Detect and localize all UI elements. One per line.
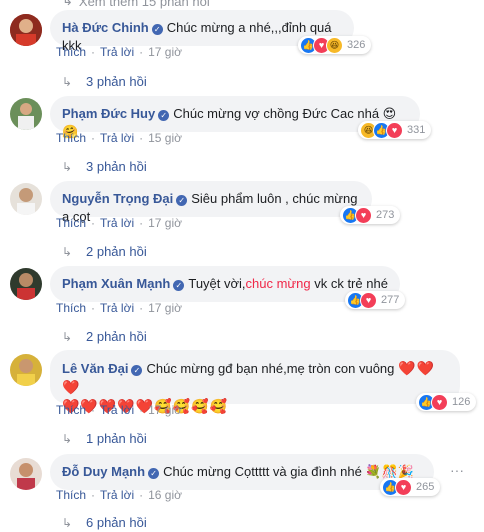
- reaction-count: 277: [381, 294, 400, 306]
- verified-badge-icon: ✓: [131, 365, 143, 376]
- like-link[interactable]: Thích: [56, 301, 86, 315]
- love-reaction-icon: ♥: [386, 121, 403, 139]
- avatar[interactable]: [10, 98, 42, 130]
- comment-text: Chúc mừng Cọttttt và gia đình nhé 💐🎊🎉: [163, 464, 414, 479]
- commenter-name[interactable]: Nguyễn Trọng Đại: [62, 191, 173, 206]
- reaction-count: 126: [452, 396, 471, 408]
- avatar[interactable]: [10, 14, 42, 46]
- reaction-count: 273: [376, 209, 395, 221]
- like-link[interactable]: Thích: [56, 403, 86, 417]
- view-replies[interactable]: ↳ 6 phản hồi: [62, 515, 147, 530]
- reply-arrow-icon: ↳: [62, 329, 73, 344]
- love-reaction-icon: ♥: [355, 206, 372, 224]
- avatar[interactable]: [10, 268, 42, 300]
- comment-time[interactable]: 17 giờ: [148, 301, 182, 315]
- avatar[interactable]: [10, 354, 42, 386]
- comment-bubble: Lê Văn Đại ✓ Chúc mừng gđ bạn nhé,mẹ tròn …: [50, 350, 460, 414]
- reply-link[interactable]: Trả lời: [100, 216, 134, 230]
- reply-link[interactable]: Trả lời: [100, 301, 134, 315]
- view-replies[interactable]: ↳ 1 phản hồi: [62, 431, 147, 446]
- more-options-icon[interactable]: ···: [450, 462, 464, 478]
- comment-time[interactable]: 17 giờ: [148, 403, 182, 417]
- love-reaction-icon: ♥: [431, 393, 448, 411]
- comment-bubble: Nguyễn Trọng Đại ✓ Siêu phẩm luôn , chúc m…: [50, 181, 372, 224]
- reaction-summary[interactable]: 👍 ♥ 126: [416, 393, 477, 411]
- comment-text-highlight[interactable]: chúc mừng: [246, 276, 311, 291]
- haha-reaction-icon: 😆: [326, 36, 343, 54]
- reply-arrow-icon: ↳: [62, 159, 73, 174]
- reaction-summary[interactable]: 👍 ♥ 😆 326: [298, 36, 372, 54]
- verified-badge-icon: ✓: [148, 468, 160, 479]
- comment-bubble: Đỗ Duy Mạnh ✓ Chúc mừng Cọttttt và gia đìn…: [50, 454, 434, 490]
- view-replies[interactable]: ↳ 3 phản hồi: [62, 159, 147, 174]
- reply-arrow-icon: ↳: [62, 244, 73, 259]
- reaction-summary[interactable]: 👍 ♥ 273: [340, 206, 401, 224]
- comment-actions: Thích · Trả lời · 17 giờ: [56, 216, 182, 230]
- comment-text: Chúc mừng gđ bạn nhé,mẹ tròn con vuông: [146, 361, 395, 376]
- avatar[interactable]: [10, 458, 42, 490]
- comment-text-before: Tuyệt vời,: [188, 276, 246, 291]
- reaction-count: 265: [416, 481, 435, 493]
- comment-time[interactable]: 16 giờ: [148, 488, 182, 502]
- avatar[interactable]: [10, 183, 42, 215]
- reaction-count: 326: [347, 39, 366, 51]
- verified-badge-icon: ✓: [176, 195, 188, 206]
- verified-badge-icon: ✓: [173, 280, 185, 291]
- commenter-name[interactable]: Phạm Xuân Mạnh: [62, 276, 170, 291]
- reaction-summary[interactable]: 👍 ♥ 277: [345, 291, 406, 309]
- view-replies[interactable]: ↳ 3 phản hồi: [62, 74, 147, 89]
- comment-actions: Thích · Trả lời · 17 giờ: [56, 301, 182, 315]
- reply-arrow-icon: ↳: [62, 515, 73, 530]
- reaction-count: 331: [407, 124, 426, 136]
- comment-actions: Thích · Trả lời · 17 giờ: [56, 45, 182, 59]
- like-link[interactable]: Thích: [56, 45, 86, 59]
- commenter-name[interactable]: Lê Văn Đại: [62, 361, 128, 376]
- like-link[interactable]: Thích: [56, 131, 86, 145]
- love-reaction-icon: ♥: [395, 478, 412, 496]
- comment-actions: Thích · Trả lời · 16 giờ: [56, 488, 182, 502]
- comment-text-after: vk ck trẻ nhé: [310, 276, 388, 291]
- comment-time[interactable]: 15 giờ: [148, 131, 182, 145]
- reaction-summary[interactable]: 😆 👍 ♥ 331: [358, 121, 432, 139]
- view-more-replies-top[interactable]: ↳ Xem thêm 15 phản hồi: [62, 0, 210, 9]
- like-link[interactable]: Thích: [56, 488, 86, 502]
- reply-link[interactable]: Trả lời: [100, 45, 134, 59]
- comment-actions: Thích · Trả lời · 15 giờ: [56, 131, 182, 145]
- reply-link[interactable]: Trả lời: [100, 131, 134, 145]
- commenter-name[interactable]: Đỗ Duy Mạnh: [62, 464, 145, 479]
- reply-arrow-icon: ↳: [62, 431, 73, 446]
- reply-link[interactable]: Trả lời: [100, 403, 134, 417]
- comment-actions: Thích · Trả lời · 17 giờ: [56, 403, 182, 417]
- comment-time[interactable]: 17 giờ: [148, 216, 182, 230]
- view-replies[interactable]: ↳ 2 phản hồi: [62, 329, 147, 344]
- love-reaction-icon: ♥: [360, 291, 377, 309]
- verified-badge-icon: ✓: [151, 24, 163, 35]
- reply-link[interactable]: Trả lời: [100, 488, 134, 502]
- like-link[interactable]: Thích: [56, 216, 86, 230]
- reply-arrow-icon: ↳: [62, 0, 73, 8]
- view-replies[interactable]: ↳ 2 phản hồi: [62, 244, 147, 259]
- commenter-name[interactable]: Phạm Đức Huy: [62, 106, 155, 121]
- reaction-summary[interactable]: 👍 ♥ 265: [380, 478, 441, 496]
- comment-time[interactable]: 17 giờ: [148, 45, 182, 59]
- verified-badge-icon: ✓: [158, 110, 170, 121]
- reply-arrow-icon: ↳: [62, 74, 73, 89]
- commenter-name[interactable]: Hà Đức Chinh: [62, 20, 149, 35]
